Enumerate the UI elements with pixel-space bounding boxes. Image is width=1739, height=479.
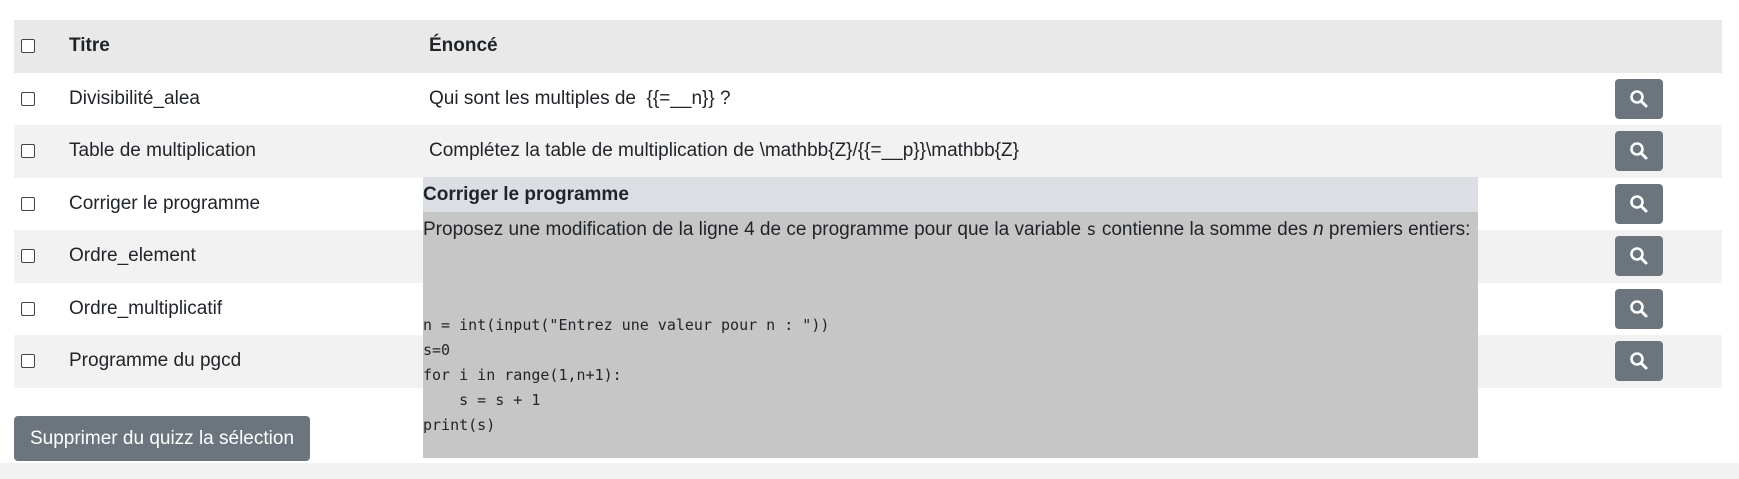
row-checkbox[interactable] [21,144,35,159]
row-enonce: Complétez la table de multiplication de … [429,140,1019,162]
row-title: Ordre_element [69,245,196,267]
code-block: n = int(input("Entrez une valeur pour n … [423,313,829,438]
row-checkbox[interactable] [21,301,35,316]
table-header: Titre Énoncé [14,20,1722,73]
search-icon [1630,142,1648,160]
footer-strip [0,463,1739,479]
popup-statement: Proposez une modification de la ligne 4 … [423,212,1478,241]
table-row: Divisibilité_alea Qui sont les multiples… [14,72,1722,125]
preview-button[interactable] [1615,131,1663,172]
row-checkbox[interactable] [21,354,35,369]
statement-variable: s [1086,220,1097,240]
row-checkbox[interactable] [21,91,35,106]
column-header-enonce: Énoncé [429,35,498,57]
statement-text: contienne la somme des [1096,219,1314,240]
search-icon [1630,352,1648,370]
row-checkbox[interactable] [21,249,35,264]
code-line: for i in range(1,n+1): [423,366,622,384]
delete-selection-button[interactable]: Supprimer du quizz la sélection [14,416,310,461]
preview-button[interactable] [1615,236,1663,277]
row-title: Table de multiplication [69,140,256,162]
statement-italic: n [1313,219,1324,240]
code-line: n = int(input("Entrez une valeur pour n … [423,316,830,334]
row-enonce: Qui sont les multiples de {{=__n}} ? [429,87,731,109]
column-header-title: Titre [69,35,110,57]
statement-text: Proposez une modification de la ligne 4 … [423,219,1087,240]
popup-title: Corriger le programme [423,177,1478,212]
row-checkbox[interactable] [21,196,35,211]
select-all-checkbox[interactable] [21,39,35,54]
code-line: print(s) [423,416,496,434]
row-title: Programme du pgcd [69,350,242,372]
search-icon [1630,299,1648,318]
preview-button[interactable] [1615,341,1663,382]
row-title: Ordre_multiplicatif [69,297,223,319]
preview-button[interactable] [1615,288,1663,329]
preview-button[interactable] [1615,78,1663,119]
question-preview-popup: Corriger le programme Proposez une modif… [423,177,1478,458]
search-icon [1630,247,1648,265]
search-icon [1630,194,1648,213]
row-title: Divisibilité_alea [69,87,200,109]
row-title: Corriger le programme [69,192,261,214]
search-icon [1630,89,1648,108]
code-line: s = s + 1 [423,391,541,409]
code-line: s=0 [423,341,451,359]
table-row: Table de multiplication Complétez la tab… [14,125,1722,178]
statement-text: premiers entiers: [1323,219,1471,240]
preview-button[interactable] [1615,183,1663,224]
